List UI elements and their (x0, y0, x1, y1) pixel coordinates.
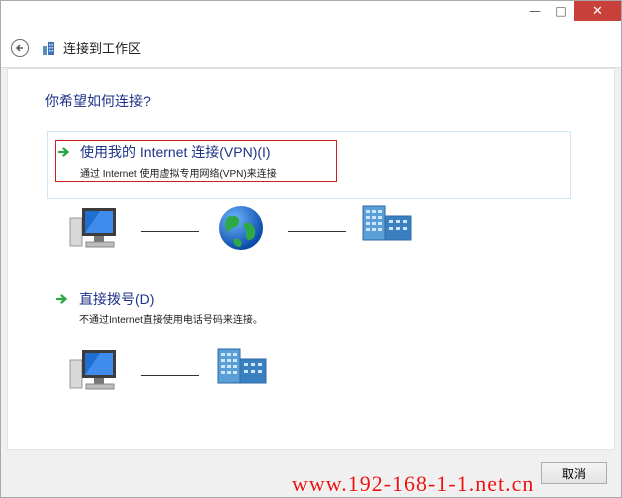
watermark-text: www.192-168-1-1.net.cn (292, 471, 535, 496)
option-vpn-title[interactable]: 使用我的 Internet 连接(VPN)(I) (80, 142, 271, 162)
option-dialup-title[interactable]: 直接拨号(D) (79, 289, 154, 309)
title-bar: — □ ✕ (1, 1, 621, 29)
green-arrow-icon (58, 147, 70, 157)
workplace-network-icon (43, 42, 54, 55)
computer-icon (69, 208, 116, 248)
navigation-bar: 连接到工作区 (1, 29, 621, 68)
option-dialup[interactable]: 直接拨号(D) 不通过Internet直接使用电话号码来连接。 (53, 289, 353, 326)
content-panel: 你希望如何连接? 使用我的 Internet 连接(VPN)(I) 通过 Int… (7, 68, 615, 450)
connection-question: 你希望如何连接? (45, 93, 151, 109)
globe-icon (219, 206, 263, 250)
green-arrow-icon (56, 294, 68, 304)
building-icon (362, 205, 412, 241)
computer-icon (69, 350, 116, 390)
connect-workplace-window: — □ ✕ 连接到工作区 你希望如何连接? 使用我的 Internet 连接(V… (0, 0, 622, 498)
option-vpn[interactable]: 使用我的 Internet 连接(VPN)(I) 通过 Internet 使用虚… (47, 131, 571, 199)
option-vpn-description: 通过 Internet 使用虚拟专用网络(VPN)来连接 (80, 169, 277, 180)
page-title: 连接到工作区 (63, 41, 142, 56)
back-button[interactable] (11, 39, 29, 57)
connector-line (141, 375, 199, 376)
back-arrow-icon (15, 44, 23, 52)
option-dialup-description: 不通过Internet直接使用电话号码来连接。 (79, 315, 263, 326)
cancel-button[interactable]: 取消 (541, 462, 607, 484)
building-icon (217, 348, 267, 384)
close-button[interactable]: ✕ (574, 1, 621, 21)
connector-line (288, 231, 346, 232)
connector-line (141, 231, 199, 232)
maximize-button[interactable]: □ (548, 1, 574, 21)
minimize-button[interactable]: — (522, 1, 548, 21)
